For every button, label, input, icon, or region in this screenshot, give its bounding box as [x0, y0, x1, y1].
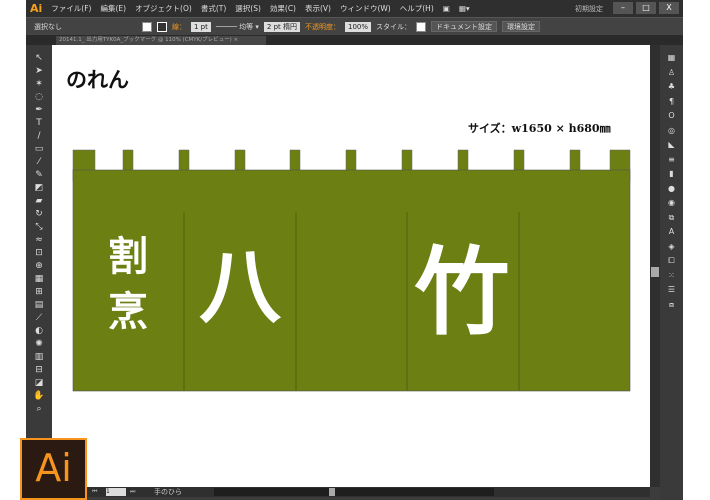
horizontal-scroll-thumb[interactable]: [329, 488, 335, 496]
illustrator-logo: Ai: [20, 438, 87, 500]
next-page-icon[interactable]: ⏭: [130, 487, 135, 497]
first-page-icon[interactable]: ⏮: [92, 487, 97, 497]
noren-text-kappo-1: 割: [108, 233, 148, 280]
noren-text-kappo-2: 烹: [108, 288, 148, 335]
current-tool-label: 手のひら: [154, 488, 182, 496]
page-number-input[interactable]: 1: [106, 488, 126, 496]
noren-text-take: 竹: [414, 237, 509, 348]
status-bar: ⏮ 1 ⏭ 手のひら: [86, 487, 650, 497]
noren-body: [72, 169, 631, 392]
noren-artwork[interactable]: 割 烹 八 竹: [0, 0, 710, 480]
horizontal-scrollbar[interactable]: [214, 488, 494, 496]
noren-text-hachi: 八: [199, 239, 282, 335]
